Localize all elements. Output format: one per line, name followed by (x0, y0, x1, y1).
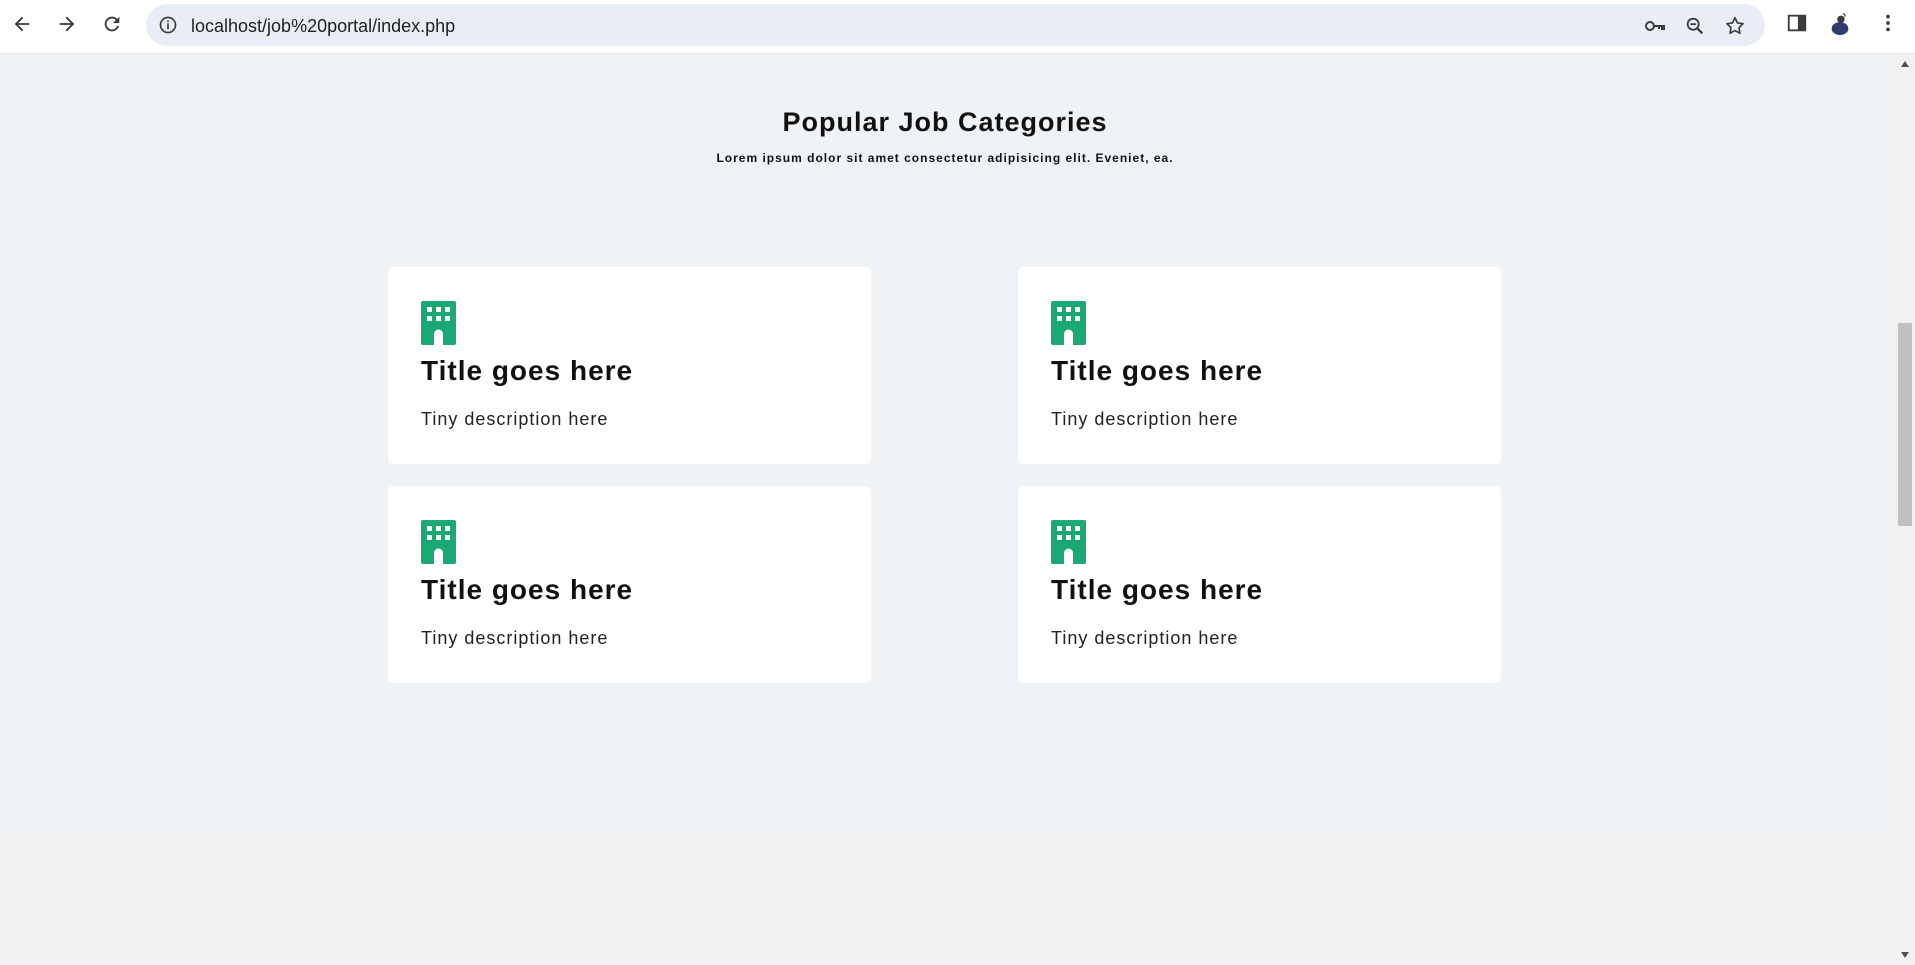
job-categories-section: Popular Job Categories Lorem ipsum dolor… (0, 54, 1895, 829)
profile-avatar-icon[interactable] (1826, 9, 1854, 37)
category-card[interactable]: Title goes here Tiny description here (1018, 267, 1501, 464)
card-description: Tiny description here (421, 628, 609, 648)
building-icon (1051, 301, 1086, 345)
bookmark-star-icon[interactable] (1722, 13, 1748, 39)
side-panel-icon[interactable] (1783, 9, 1811, 37)
zoom-icon[interactable] (1682, 13, 1708, 39)
card-description: Tiny description here (421, 409, 609, 429)
scrollbar-thumb[interactable] (1898, 323, 1912, 526)
building-icon (421, 520, 456, 564)
url-text[interactable]: localhost/job%20portal/index.php (191, 16, 455, 37)
building-icon (421, 301, 456, 345)
category-card[interactable]: Title goes here Tiny description here (1018, 486, 1501, 683)
site-info-icon[interactable] (156, 13, 180, 37)
category-card[interactable]: Title goes here Tiny description here (388, 267, 871, 464)
section-heading: Popular Job Categories (782, 107, 1108, 137)
menu-kebab-icon[interactable] (1874, 9, 1902, 37)
scroll-up-arrow-icon[interactable] (1895, 56, 1915, 72)
section-subheading: Lorem ipsum dolor sit amet consectetur a… (716, 151, 1174, 165)
forward-button[interactable] (47, 4, 87, 44)
key-icon[interactable] (1642, 13, 1668, 39)
card-title: Title goes here (1051, 355, 1264, 386)
reload-icon (104, 16, 120, 32)
page-viewport: Popular Job Categories Lorem ipsum dolor… (0, 54, 1895, 965)
category-card[interactable]: Title goes here Tiny description here (388, 486, 871, 683)
back-button[interactable] (2, 4, 42, 44)
reload-button[interactable] (92, 4, 132, 44)
card-description: Tiny description here (1051, 628, 1239, 648)
card-title: Title goes here (421, 355, 634, 386)
vertical-scrollbar[interactable] (1895, 54, 1915, 965)
card-title: Title goes here (421, 574, 634, 605)
card-description: Tiny description here (1051, 409, 1239, 429)
address-bar[interactable]: localhost/job%20portal/index.php (146, 4, 1765, 46)
scroll-down-arrow-icon[interactable] (1895, 947, 1915, 963)
browser-toolbar: localhost/job%20portal/index.php (0, 0, 1915, 54)
building-icon (1051, 520, 1086, 564)
card-title: Title goes here (1051, 574, 1264, 605)
arrow-right-icon (59, 16, 75, 32)
arrow-left-icon (14, 16, 30, 32)
